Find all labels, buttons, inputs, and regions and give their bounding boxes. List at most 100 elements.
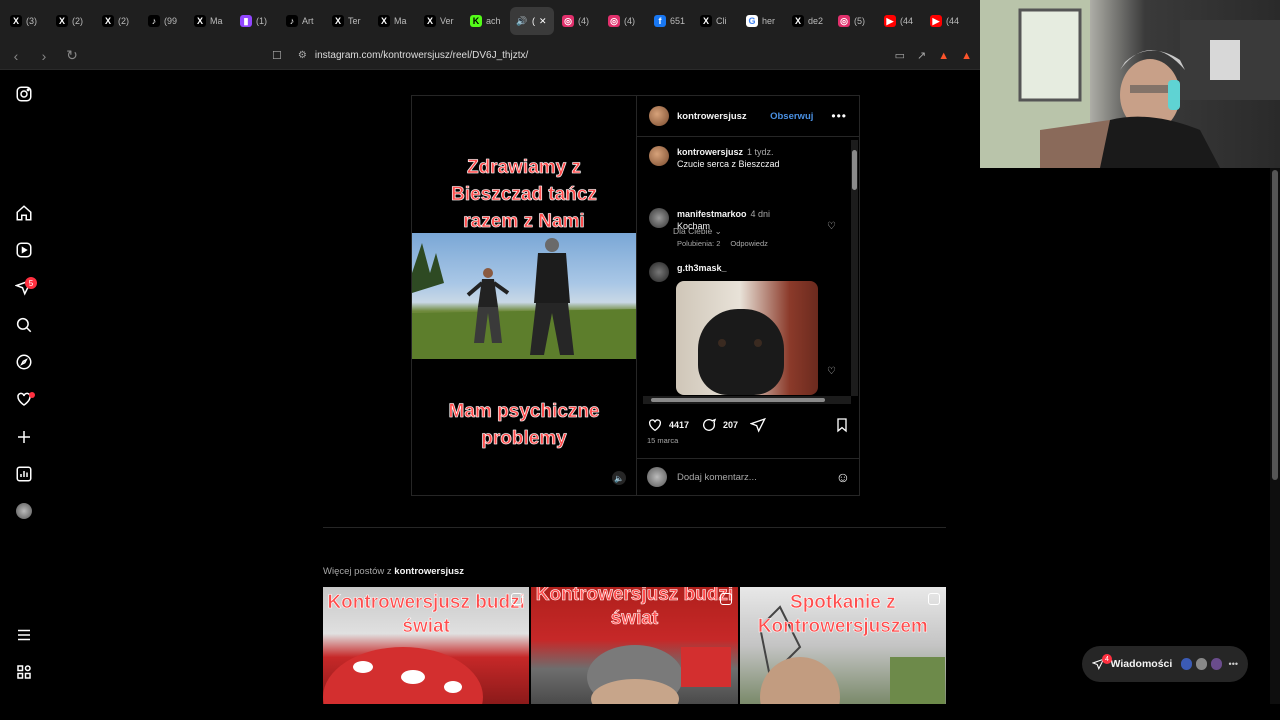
share-icon[interactable] — [750, 417, 767, 433]
browser-tab[interactable]: 🔊 (✕ — [510, 7, 554, 35]
messages-button[interactable]: 4 Wiadomości ••• — [1082, 646, 1248, 682]
add-comment-input[interactable]: Dodaj komentarz... — [677, 472, 826, 483]
reload-icon[interactable]: ↻ — [64, 47, 80, 64]
scrollbar-thumb[interactable] — [651, 398, 825, 402]
browser-tab[interactable]: f 651 — [648, 7, 692, 35]
author-username[interactable]: kontrowersjusz — [677, 111, 747, 122]
instagram-logo-icon[interactable] — [14, 84, 34, 104]
x-icon: X — [332, 15, 344, 27]
thumb-title: Spotkanie z Kontrowersjuszem — [757, 592, 929, 638]
browser-tab[interactable]: ♪ (99 — [142, 7, 186, 35]
scrollbar-thumb[interactable] — [852, 150, 857, 190]
comment-avatar[interactable] — [649, 262, 669, 282]
comment-username[interactable]: g.th3mask_ — [677, 263, 727, 273]
dog-eye — [718, 339, 726, 347]
comment-username[interactable]: manifestmarkoo — [677, 209, 747, 219]
browser-tab[interactable]: X (2) — [96, 7, 140, 35]
tiktok-icon: ♪ — [286, 15, 298, 27]
likes-count[interactable]: 4417 — [669, 420, 689, 430]
more-post-thumb[interactable]: Kontrowersjusz budzi świat — [531, 587, 738, 704]
caption-avatar[interactable] — [649, 146, 669, 166]
browser-tab[interactable]: Gher — [740, 7, 784, 35]
bookmark-icon[interactable]: ☐ — [272, 49, 282, 62]
more-post-thumb[interactable]: Spotkanie z Kontrowersjuszem — [739, 587, 946, 704]
browser-tab[interactable]: ◎ (4) — [602, 7, 646, 35]
back-icon[interactable]: ‹ — [8, 48, 24, 64]
browser-tab[interactable]: ▮ (1) — [234, 7, 278, 35]
browser-address-bar: ‹ › ↻ ☐ ⚙ instagram.com/kontrowersjusz/r… — [0, 42, 980, 70]
emoji-icon[interactable]: ☺ — [836, 469, 850, 485]
activity-dot — [29, 392, 35, 398]
reel-video[interactable]: Zdrawiamy z Bieszczad tańcz razem z Nami… — [412, 96, 636, 495]
section-divider — [323, 527, 946, 528]
comment-likes[interactable]: Polubienia: 2 — [677, 238, 720, 250]
browser-tab[interactable]: X (2) — [50, 7, 94, 35]
comments-vertical-scrollbar[interactable] — [851, 140, 858, 396]
cast-icon[interactable]: ▭ — [895, 49, 905, 62]
profile-avatar[interactable] — [14, 501, 34, 521]
comment-icon[interactable] — [701, 417, 717, 433]
caption-username[interactable]: kontrowersjusz — [677, 147, 743, 157]
facebook-icon: f — [654, 15, 666, 27]
site-info-icon[interactable]: ⚙ — [298, 50, 307, 61]
more-post-thumb[interactable]: Kontrowersjusz budzi świat — [323, 587, 530, 704]
close-tab-icon[interactable]: ✕ — [539, 16, 547, 27]
comment-row: g.th3mask_ — [649, 262, 727, 282]
more-options-icon[interactable]: ••• — [831, 109, 847, 123]
thumb-title: Kontrowersjusz budzi świat — [327, 592, 525, 638]
brave-shield-icon[interactable]: ▲ — [938, 50, 949, 62]
tab-title: (4) — [624, 16, 635, 26]
video-bottom-caption: Mam psychiczne problemy — [448, 401, 600, 450]
author-avatar[interactable] — [649, 106, 669, 126]
browser-tab[interactable]: ▶ (44 — [878, 7, 922, 35]
home-icon[interactable] — [14, 203, 34, 223]
browser-tab[interactable]: X Ver — [418, 7, 462, 35]
browser-tab[interactable]: X Ma — [372, 7, 416, 35]
reel-icon — [511, 593, 524, 605]
comment-avatar[interactable] — [649, 208, 669, 228]
browser-tab[interactable]: ◎ (5) — [832, 7, 876, 35]
create-icon[interactable] — [14, 427, 34, 447]
messages-badge: 4 — [1102, 654, 1112, 664]
follow-button[interactable]: Obserwuj — [770, 111, 813, 122]
explore-icon[interactable] — [14, 352, 34, 372]
add-comment-bar: Dodaj komentarz... ☺ — [637, 458, 860, 495]
comment-image-dog[interactable] — [676, 281, 818, 395]
browser-tab[interactable]: Kach — [464, 7, 508, 35]
like-icon[interactable] — [647, 417, 663, 433]
browser-tab[interactable]: X Cli — [694, 7, 738, 35]
share-icon[interactable]: ↗ — [917, 49, 926, 62]
more-posts-username[interactable]: kontrowersjusz — [394, 566, 464, 577]
url-text[interactable]: instagram.com/kontrowersjusz/reel/DV6J_t… — [315, 50, 528, 61]
tab-title: (3) — [26, 16, 37, 26]
sound-toggle-icon[interactable]: 🔈 — [612, 471, 626, 485]
dashboard-icon[interactable] — [14, 464, 34, 484]
caption-text: Czucie serca z Bieszczad — [677, 159, 780, 169]
google-icon: G — [746, 15, 758, 27]
search-icon[interactable] — [14, 315, 34, 335]
apps-icon[interactable] — [14, 662, 34, 682]
browser-tab[interactable]: Xde2 — [786, 7, 830, 35]
tab-title: Art — [302, 16, 314, 26]
browser-tab[interactable]: X Ma — [188, 7, 232, 35]
browser-tab[interactable]: ◎ (4) — [556, 7, 600, 35]
url-field[interactable]: ☐ ⚙ instagram.com/kontrowersjusz/reel/DV… — [272, 45, 883, 67]
instagram-sidebar — [0, 70, 48, 720]
comment-like-icon[interactable]: ♡ — [827, 366, 837, 377]
reply-button[interactable]: Odpowiedz — [730, 238, 768, 250]
browser-tab[interactable]: X Ter — [326, 7, 370, 35]
instagram-icon: ◎ — [608, 15, 620, 27]
comments-horizontal-scrollbar[interactable] — [643, 396, 851, 404]
rewards-icon[interactable]: ▲ — [961, 50, 972, 62]
comment-like-icon[interactable]: ♡ — [827, 221, 837, 232]
scrollbar-thumb[interactable] — [1272, 170, 1278, 480]
save-icon[interactable] — [834, 417, 850, 433]
browser-tab[interactable]: ▶ (44 — [924, 7, 968, 35]
browser-tab[interactable]: ♪ Art — [280, 7, 324, 35]
x-icon: X — [700, 15, 712, 27]
comments-count[interactable]: 207 — [723, 420, 738, 430]
reels-icon[interactable] — [14, 240, 34, 260]
forward-icon[interactable]: › — [36, 48, 52, 64]
menu-icon[interactable] — [14, 625, 34, 645]
browser-tab[interactable]: X (3) — [4, 7, 48, 35]
